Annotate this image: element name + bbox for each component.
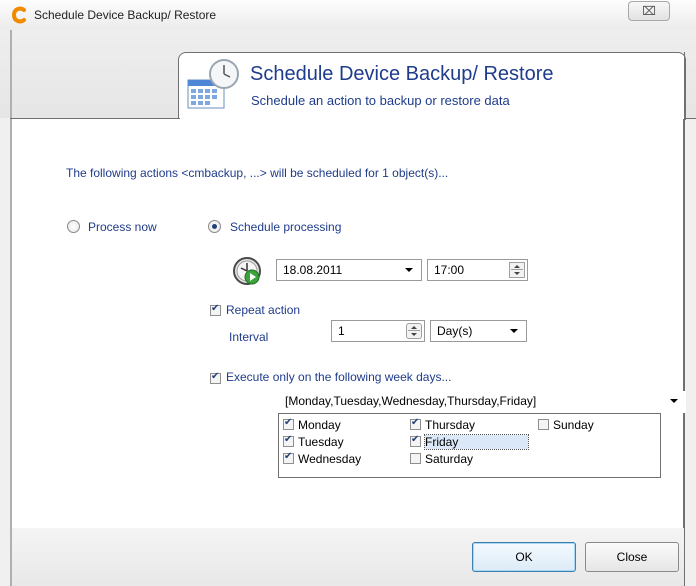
window-close-button[interactable]: ⌧ bbox=[628, 1, 670, 21]
header-title: Schedule Device Backup/ Restore bbox=[250, 63, 554, 85]
frame-right bbox=[684, 52, 685, 586]
day-label: Tuesday bbox=[298, 435, 344, 449]
list-item-sunday[interactable]: Sunday bbox=[538, 418, 594, 432]
repeat-action-checkbox[interactable] bbox=[210, 303, 221, 316]
day-label: Sunday bbox=[553, 418, 594, 432]
list-item-tuesday[interactable]: Tuesday bbox=[283, 434, 344, 449]
weekdays-summary: [Monday,Tuesday,Wednesday,Thursday,Frida… bbox=[285, 394, 537, 408]
list-item-saturday[interactable]: Saturday bbox=[410, 452, 473, 466]
day-label: Thursday bbox=[425, 418, 476, 432]
interval-stepper[interactable]: 1 bbox=[331, 320, 425, 342]
close-button[interactable]: Close bbox=[585, 542, 679, 572]
dialog-window: Schedule Device Backup/ Restore ⌧ Schedu… bbox=[0, 0, 696, 586]
time-spin-button[interactable] bbox=[509, 262, 525, 278]
chevron-down-icon[interactable] bbox=[670, 399, 678, 403]
info-text: The following actions <cmbackup, ...> wi… bbox=[66, 166, 449, 180]
day-label: Monday bbox=[298, 418, 341, 432]
schedule-processing-label[interactable]: Schedule processing bbox=[230, 220, 341, 234]
schedule-date-dropdown[interactable]: 18.08.2011 bbox=[276, 259, 422, 281]
list-item-thursday[interactable]: Thursday bbox=[410, 417, 476, 432]
interval-unit-value: Day(s) bbox=[437, 324, 473, 338]
weekdays-dropdown[interactable]: [Monday,Tuesday,Wednesday,Thursday,Frida… bbox=[278, 391, 686, 413]
list-item-friday[interactable]: Friday bbox=[410, 434, 529, 450]
monday-checkbox[interactable] bbox=[283, 417, 294, 430]
day-label: Saturday bbox=[425, 452, 474, 466]
interval-value: 1 bbox=[338, 324, 345, 338]
thursday-checkbox[interactable] bbox=[410, 417, 421, 430]
chevron-down-icon[interactable] bbox=[405, 268, 413, 272]
header-divider-right bbox=[684, 118, 696, 119]
schedule-time-stepper[interactable]: 17:00 bbox=[427, 259, 528, 281]
list-item-monday[interactable]: Monday bbox=[283, 417, 341, 432]
schedule-time-value: 17:00 bbox=[434, 263, 465, 277]
header-subtitle: Schedule an action to backup or restore … bbox=[251, 93, 510, 108]
interval-spin-button[interactable] bbox=[406, 323, 422, 339]
interval-label: Interval bbox=[229, 330, 269, 344]
button-bar bbox=[12, 528, 684, 586]
app-logo-icon bbox=[11, 6, 26, 24]
weekdays-label[interactable]: Execute only on the following week days.… bbox=[226, 370, 451, 384]
clock-run-icon bbox=[233, 257, 261, 285]
friday-checkbox[interactable] bbox=[410, 434, 421, 447]
day-label: Wednesday bbox=[298, 452, 362, 466]
ok-button[interactable]: OK bbox=[472, 542, 576, 572]
weekdays-checkbox[interactable] bbox=[210, 371, 221, 384]
chevron-down-icon[interactable] bbox=[510, 329, 518, 333]
day-label: Friday bbox=[424, 434, 529, 450]
calendar-clock-icon bbox=[187, 59, 239, 109]
saturday-checkbox[interactable] bbox=[410, 453, 421, 464]
sunday-checkbox[interactable] bbox=[538, 419, 549, 430]
tuesday-checkbox[interactable] bbox=[283, 434, 294, 447]
wednesday-checkbox[interactable] bbox=[283, 451, 294, 464]
schedule-date-value: 18.08.2011 bbox=[283, 263, 343, 277]
window-title: Schedule Device Backup/ Restore bbox=[34, 8, 217, 22]
interval-unit-dropdown[interactable]: Day(s) bbox=[430, 320, 527, 342]
repeat-action-label[interactable]: Repeat action bbox=[226, 303, 300, 317]
process-now-radio[interactable] bbox=[67, 220, 80, 233]
process-now-label[interactable]: Process now bbox=[88, 220, 157, 234]
list-item-wednesday[interactable]: Wednesday bbox=[283, 451, 362, 466]
schedule-processing-radio[interactable] bbox=[208, 220, 221, 233]
title-bar: Schedule Device Backup/ Restore ⌧ bbox=[0, 0, 696, 31]
